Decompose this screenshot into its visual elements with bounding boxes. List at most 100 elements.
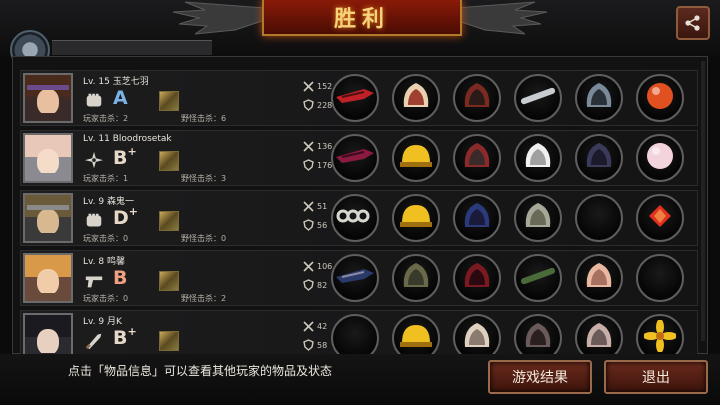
left-wing-ornament	[172, 1, 265, 35]
item-slot[interactable]	[331, 134, 379, 182]
attack-stat: 42	[303, 321, 327, 332]
attack-value: 106	[317, 262, 333, 271]
defense-value: 176	[317, 160, 333, 170]
item-slot[interactable]	[392, 254, 440, 302]
item-icon	[520, 199, 556, 237]
item-icon	[335, 204, 375, 232]
player-kills: 玩家击杀：0	[83, 294, 129, 303]
item-slot[interactable]	[331, 194, 379, 242]
exit-button[interactable]: 退出	[604, 360, 708, 394]
player-row[interactable]: Lv. 15 玉芝七羽 A 玩家击杀：2 野怪击杀：6 152 228	[20, 70, 698, 126]
item-icon	[398, 259, 434, 297]
item-slot[interactable]	[514, 194, 562, 242]
item-icon	[518, 81, 558, 115]
item-slot[interactable]	[392, 74, 440, 122]
shield-icon	[303, 219, 314, 231]
item-icon	[643, 319, 677, 356]
skill-icon	[159, 271, 179, 291]
player-level-name: Lv. 11 Bloodrosetak	[83, 134, 172, 144]
player-row[interactable]: Lv. 9 森鬼一 D+ 玩家击杀：0 野怪击杀：0 51 56	[20, 190, 698, 246]
share-icon	[685, 15, 700, 31]
player-portrait[interactable]	[23, 133, 73, 183]
item-icon	[520, 139, 556, 177]
item-slot[interactable]	[331, 74, 379, 122]
player-portrait[interactable]	[23, 73, 73, 123]
item-slot[interactable]	[392, 194, 440, 242]
item-slot[interactable]	[453, 254, 501, 302]
attack-value: 51	[317, 202, 328, 211]
wild-kills: 野怪击杀：6	[181, 114, 227, 123]
player-grade: B+	[113, 145, 137, 169]
item-slot[interactable]	[453, 194, 501, 242]
item-icon	[644, 80, 676, 116]
attack-stat: 106	[303, 261, 332, 272]
wild-kills: 野怪击杀：3	[181, 174, 227, 183]
shield-icon	[303, 339, 314, 351]
item-slot[interactable]	[514, 254, 562, 302]
attack-value: 152	[317, 82, 333, 91]
defense-value: 58	[317, 340, 328, 350]
player-level-name: Lv. 9 森鬼一	[83, 197, 134, 207]
player-portrait[interactable]	[23, 193, 73, 243]
player-grade: A	[113, 87, 128, 109]
player-kills: 玩家击杀：2	[83, 114, 129, 123]
shuriken-icon	[84, 151, 104, 169]
defense-stat: 228	[303, 99, 332, 111]
player-row[interactable]: Lv. 11 Bloodrosetak B+ 玩家击杀：1 野怪击杀：3 136…	[20, 130, 698, 186]
item-slot[interactable]	[453, 74, 501, 122]
item-icon	[334, 143, 376, 173]
attack-value: 136	[317, 142, 333, 151]
item-icon	[581, 259, 617, 297]
item-slot[interactable]	[514, 74, 562, 122]
item-icon	[459, 259, 495, 297]
skill-icon	[159, 331, 179, 351]
shield-icon	[303, 159, 314, 171]
item-slot[interactable]	[575, 194, 623, 242]
item-icon	[398, 79, 434, 117]
player-kills: 玩家击杀：0	[83, 234, 129, 243]
item-icon	[398, 321, 434, 355]
item-icon	[459, 139, 495, 177]
crossed-swords-icon	[303, 81, 314, 92]
pistol-icon	[85, 276, 103, 288]
item-slot[interactable]	[636, 254, 684, 302]
item-icon	[334, 83, 376, 113]
self-name-plate	[52, 40, 212, 55]
player-grade: B	[113, 267, 128, 289]
item-icon	[459, 79, 495, 117]
scrollbar[interactable]	[701, 61, 705, 341]
crossed-swords-icon	[303, 201, 314, 212]
item-slot[interactable]	[575, 74, 623, 122]
item-icon	[581, 79, 617, 117]
knife-icon	[85, 333, 102, 350]
item-icon	[644, 140, 676, 176]
item-slot[interactable]	[636, 194, 684, 242]
skill-icon	[159, 91, 179, 111]
item-slot[interactable]	[514, 134, 562, 182]
item-slot[interactable]	[636, 74, 684, 122]
fist-icon	[86, 93, 102, 107]
defense-stat: 82	[303, 279, 327, 291]
item-icon	[459, 319, 495, 357]
item-slot[interactable]	[392, 134, 440, 182]
share-button[interactable]	[676, 6, 710, 40]
player-level-name: Lv. 9 月K	[83, 317, 122, 327]
item-icon	[581, 319, 617, 357]
attack-stat: 152	[303, 81, 332, 92]
game-result-button[interactable]: 游戏结果	[488, 360, 592, 394]
player-row[interactable]: Lv. 8 鸣馨 B 玩家击杀：0 野怪击杀：2 106 82	[20, 250, 698, 306]
item-slot[interactable]	[575, 254, 623, 302]
player-portrait[interactable]	[23, 253, 73, 303]
defense-value: 228	[317, 100, 333, 110]
victory-banner: 胜利	[262, 0, 462, 36]
defense-stat: 176	[303, 159, 332, 171]
item-icon	[334, 263, 376, 293]
item-icon	[647, 203, 673, 233]
item-slot[interactable]	[453, 134, 501, 182]
item-slot[interactable]	[575, 134, 623, 182]
skill-icon	[159, 211, 179, 231]
shield-icon	[303, 279, 314, 291]
crossed-swords-icon	[303, 321, 314, 332]
item-slot[interactable]	[331, 254, 379, 302]
item-slot[interactable]	[636, 134, 684, 182]
